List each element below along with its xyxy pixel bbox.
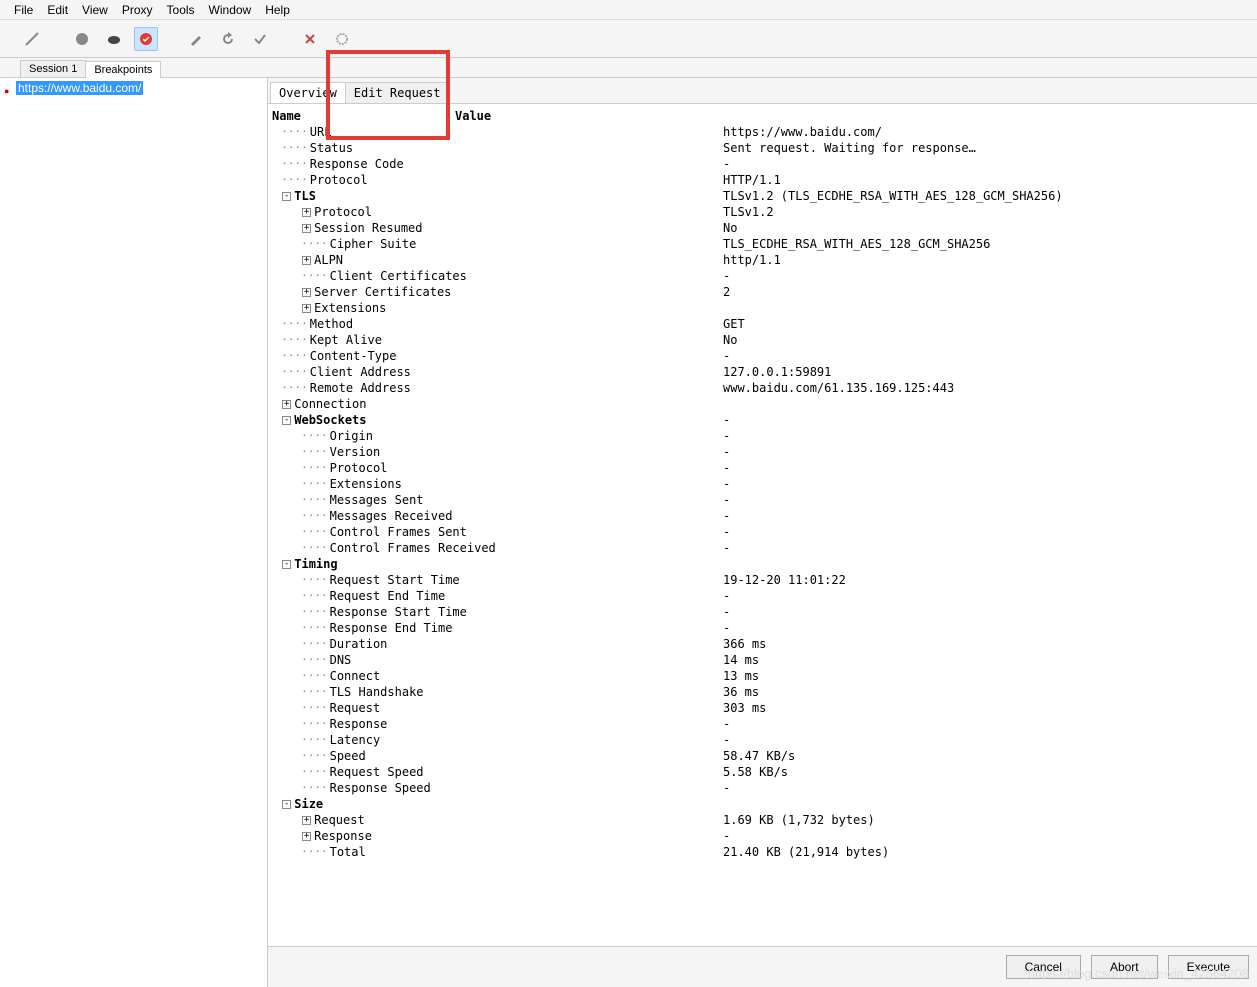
tools-icon[interactable] (298, 27, 322, 51)
row-size[interactable]: -Size (268, 796, 1257, 812)
edit-icon[interactable] (184, 27, 208, 51)
row-status[interactable]: ····StatusSent request. Waiting for resp… (268, 140, 1257, 156)
menu-file[interactable]: File (8, 2, 39, 18)
row-ws-version[interactable]: ····Version- (268, 444, 1257, 460)
expand-icon[interactable]: + (282, 400, 291, 409)
row-size-total[interactable]: ····Total21.40 KB (21,914 bytes) (268, 844, 1257, 860)
row-timing-connect[interactable]: ····Connect13 ms (268, 668, 1257, 684)
cancel-button[interactable]: Cancel (1006, 955, 1081, 979)
breakpoint-hit-icon (4, 83, 14, 93)
overview-tree: NameValue ····URLhttps://www.baidu.com/ … (268, 104, 1257, 946)
row-timing-resp-speed[interactable]: ····Response Speed- (268, 780, 1257, 796)
footer-actions: Cancel Abort Execute (268, 946, 1257, 987)
row-ws-ctrl-recv[interactable]: ····Control Frames Received- (268, 540, 1257, 556)
menu-window[interactable]: Window (203, 2, 258, 18)
row-size-request[interactable]: +Request1.69 KB (1,732 bytes) (268, 812, 1257, 828)
toolbar (0, 20, 1257, 58)
row-tls-client-certs[interactable]: ····Client Certificates- (268, 268, 1257, 284)
detail-tabs: Overview Edit Request (268, 78, 1257, 104)
row-tls[interactable]: -TLSTLSv1.2 (TLS_ECDHE_RSA_WITH_AES_128_… (268, 188, 1257, 204)
row-ws-messages-received[interactable]: ····Messages Received- (268, 508, 1257, 524)
row-timing-tls-handshake[interactable]: ····TLS Handshake36 ms (268, 684, 1257, 700)
row-timing-duration[interactable]: ····Duration366 ms (268, 636, 1257, 652)
tab-overview[interactable]: Overview (270, 82, 346, 103)
expand-icon[interactable]: + (302, 224, 311, 233)
ssl-proxy-icon[interactable] (134, 27, 158, 51)
row-kept-alive[interactable]: ····Kept AliveNo (268, 332, 1257, 348)
tab-session-1[interactable]: Session 1 (20, 60, 86, 77)
row-timing-resp-start[interactable]: ····Response Start Time- (268, 604, 1257, 620)
row-response-code[interactable]: ····Response Code- (268, 156, 1257, 172)
row-timing-req-end[interactable]: ····Request End Time- (268, 588, 1257, 604)
session-tabs: Session 1 Breakpoints (0, 58, 1257, 78)
column-name: Name (272, 108, 452, 124)
execute-button[interactable]: Execute (1168, 955, 1249, 979)
row-size-response[interactable]: +Response- (268, 828, 1257, 844)
menu-view[interactable]: View (76, 2, 114, 18)
tab-breakpoints[interactable]: Breakpoints (85, 61, 161, 78)
expand-icon[interactable]: + (302, 208, 311, 217)
turtle-icon[interactable] (102, 27, 126, 51)
expand-icon[interactable]: + (302, 816, 311, 825)
row-ws-messages-sent[interactable]: ····Messages Sent- (268, 492, 1257, 508)
row-tls-protocol[interactable]: +ProtocolTLSv1.2 (268, 204, 1257, 220)
row-client-address[interactable]: ····Client Address127.0.0.1:59891 (268, 364, 1257, 380)
row-timing-request[interactable]: ····Request303 ms (268, 700, 1257, 716)
row-tls-cipher-suite[interactable]: ····Cipher SuiteTLS_ECDHE_RSA_WITH_AES_1… (268, 236, 1257, 252)
row-timing-speed[interactable]: ····Speed58.47 KB/s (268, 748, 1257, 764)
collapse-icon[interactable]: - (282, 416, 291, 425)
row-ws-protocol[interactable]: ····Protocol- (268, 460, 1257, 476)
row-url[interactable]: ····URLhttps://www.baidu.com/ (268, 124, 1257, 140)
row-timing-req-start[interactable]: ····Request Start Time19-12-20 11:01:22 (268, 572, 1257, 588)
menu-proxy[interactable]: Proxy (116, 2, 159, 18)
collapse-icon[interactable]: - (282, 800, 291, 809)
request-url: https://www.baidu.com/ (16, 81, 143, 95)
tab-edit-request[interactable]: Edit Request (345, 82, 450, 103)
record-icon[interactable] (70, 27, 94, 51)
row-timing-response[interactable]: ····Response- (268, 716, 1257, 732)
request-list-panel: https://www.baidu.com/ (0, 78, 268, 987)
row-remote-address[interactable]: ····Remote Addresswww.baidu.com/61.135.1… (268, 380, 1257, 396)
request-list-item[interactable]: https://www.baidu.com/ (2, 80, 265, 96)
row-method[interactable]: ····MethodGET (268, 316, 1257, 332)
row-ws-ctrl-sent[interactable]: ····Control Frames Sent- (268, 524, 1257, 540)
refresh-icon[interactable] (216, 27, 240, 51)
broom-icon[interactable] (20, 27, 44, 51)
row-ws-origin[interactable]: ····Origin- (268, 428, 1257, 444)
row-websockets[interactable]: -WebSockets- (268, 412, 1257, 428)
row-tls-server-certs[interactable]: +Server Certificates2 (268, 284, 1257, 300)
detail-panel: Overview Edit Request NameValue ····URLh… (268, 78, 1257, 987)
row-timing-resp-end[interactable]: ····Response End Time- (268, 620, 1257, 636)
column-value: Value (455, 108, 491, 124)
row-timing[interactable]: -Timing (268, 556, 1257, 572)
expand-icon[interactable]: + (302, 288, 311, 297)
row-ws-extensions[interactable]: ····Extensions- (268, 476, 1257, 492)
row-timing-req-speed[interactable]: ····Request Speed5.58 KB/s (268, 764, 1257, 780)
expand-icon[interactable]: + (302, 832, 311, 841)
row-tls-alpn[interactable]: +ALPNhttp/1.1 (268, 252, 1257, 268)
settings-icon[interactable] (330, 27, 354, 51)
collapse-icon[interactable]: - (282, 560, 291, 569)
menu-tools[interactable]: Tools (161, 2, 201, 18)
row-timing-dns[interactable]: ····DNS14 ms (268, 652, 1257, 668)
row-content-type[interactable]: ····Content-Type- (268, 348, 1257, 364)
collapse-icon[interactable]: - (282, 192, 291, 201)
row-connection[interactable]: +Connection (268, 396, 1257, 412)
menu-bar: File Edit View Proxy Tools Window Help (0, 0, 1257, 20)
row-tls-extensions[interactable]: +Extensions (268, 300, 1257, 316)
row-protocol[interactable]: ····ProtocolHTTP/1.1 (268, 172, 1257, 188)
expand-icon[interactable]: + (302, 304, 311, 313)
check-icon[interactable] (248, 27, 272, 51)
row-timing-latency[interactable]: ····Latency- (268, 732, 1257, 748)
menu-edit[interactable]: Edit (41, 2, 74, 18)
abort-button[interactable]: Abort (1091, 955, 1158, 979)
menu-help[interactable]: Help (259, 2, 296, 18)
row-tls-session-resumed[interactable]: +Session ResumedNo (268, 220, 1257, 236)
expand-icon[interactable]: + (302, 256, 311, 265)
